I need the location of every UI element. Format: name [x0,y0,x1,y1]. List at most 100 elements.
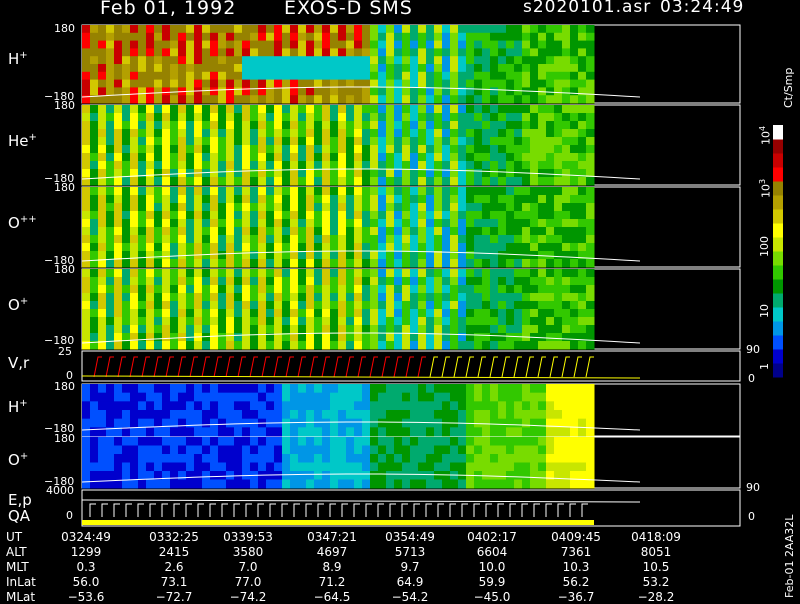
heatmap-cell [338,169,347,178]
heatmap-cell [498,32,507,42]
heatmap-cell [338,309,347,318]
heatmap-cell [418,25,427,34]
heatmap-cell [90,32,99,42]
heatmap-cell [394,48,403,57]
heatmap-cell [394,309,403,318]
heatmap-cell [330,471,339,480]
heatmap-cell [202,113,211,122]
heatmap-cell [314,462,323,472]
heatmap-cell [138,56,147,65]
heatmap-cell [490,309,499,318]
heatmap-cell [522,25,531,34]
heatmap-cell [234,79,243,88]
heatmap-cell [442,161,451,170]
heatmap-cell [146,129,155,138]
heatmap-cell [394,317,403,326]
heatmap-cell [130,161,139,170]
time-axis-mlat-value: −54.2 [391,590,429,604]
heatmap-cell [330,437,339,446]
heatmap-cell [346,113,355,122]
heatmap-cell [354,56,363,65]
heatmap-cell [434,454,443,463]
heatmap-cell [378,317,387,326]
heatmap-cell [570,113,579,122]
heatmap-cell [482,251,491,260]
heatmap-cell [282,56,291,65]
heatmap-cell [362,195,371,204]
heatmap-cell [442,195,451,204]
panel-label-vr: V,r [8,354,30,372]
heatmap-cell [314,333,323,342]
heatmap-cell [298,79,307,88]
heatmap-cell [202,169,211,178]
heatmap-cell [274,32,283,42]
heatmap-cell [114,105,123,114]
heatmap-cell [370,454,379,463]
heatmap-cell [106,79,115,88]
heatmap-cell [250,317,259,326]
heatmap-cell [186,71,195,81]
heatmap-cell [226,301,235,310]
heatmap-cell [114,277,123,286]
heatmap-cell [522,285,531,294]
heatmap-cell [218,251,227,260]
heatmap-cell [274,235,283,244]
heatmap-cell [362,259,371,268]
heatmap-cell [418,277,427,286]
heatmap-cell [90,235,99,244]
heatmap-cell [546,445,555,455]
heatmap-cell [106,32,115,42]
heatmap-cell [474,145,483,154]
heatmap-cell [474,462,483,472]
heatmap-cell [426,32,435,42]
heatmap-cell [250,392,259,402]
heatmap-cell [546,32,555,42]
heatmap-cell [330,195,339,204]
heatmap-cell [578,341,587,350]
heatmap-cell [442,341,451,350]
heatmap-cell [490,145,499,154]
heatmap-cell [266,301,275,310]
heatmap-cell [250,137,259,146]
tick-vr-right-top: 90 [746,343,760,356]
heatmap-cell [290,113,299,122]
heatmap-cell [346,462,355,472]
heatmap-cell [402,64,411,73]
heatmap-cell [202,445,211,455]
heatmap-cell [306,384,315,394]
heatmap-cell [154,48,163,57]
heatmap-cell [346,341,355,350]
heatmap-cell [226,87,235,96]
heatmap-cell [522,121,531,130]
heatmap-cell [498,71,507,81]
heatmap-cell [562,293,571,302]
heatmap-cell [234,56,243,65]
heatmap-cell [298,64,307,73]
heatmap-cell [586,301,595,310]
heatmap-cell [410,462,419,472]
heatmap-cell [234,48,243,57]
heatmap-cell [466,137,475,146]
heatmap-cell [562,129,571,138]
heatmap-cell [298,418,307,428]
heatmap-cell [154,427,163,437]
heatmap-cell [554,95,563,104]
heatmap-cell [170,177,179,186]
heatmap-cell [586,384,595,394]
heatmap-cell [306,187,315,196]
heatmap-cell [538,64,547,73]
heatmap-cell [546,79,555,88]
heatmap-cell [490,325,499,334]
heatmap-cell [266,48,275,57]
heatmap-cell [186,471,195,480]
heatmap-cell [290,325,299,334]
heatmap-cell [426,79,435,88]
heatmap-cell [562,153,571,162]
heatmap-cell [154,384,163,394]
heatmap-cell [138,187,147,196]
heatmap-cell [346,437,355,446]
heatmap-cell [442,445,451,455]
heatmap-cell [114,392,123,402]
heatmap-cell [514,195,523,204]
heatmap-cell [466,341,475,350]
